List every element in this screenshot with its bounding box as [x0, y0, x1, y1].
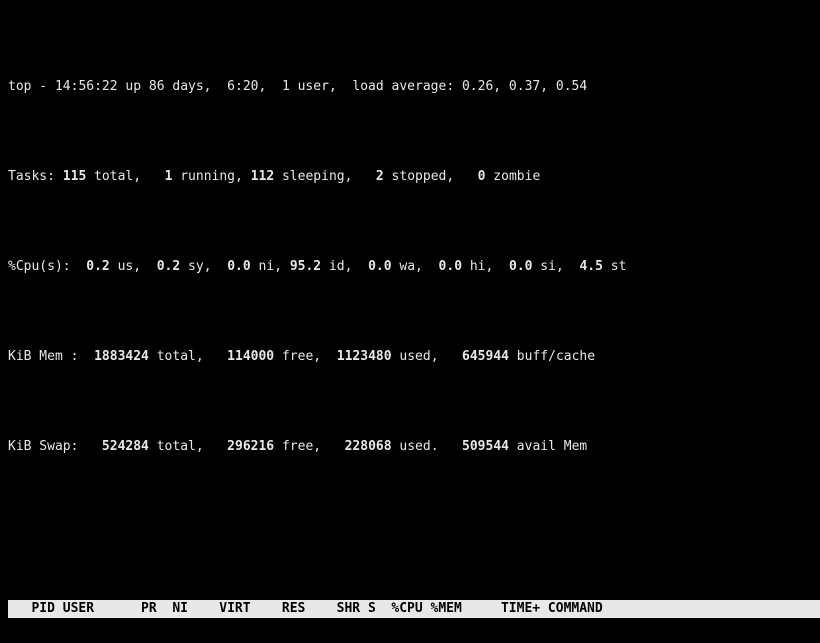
col-s: S: [360, 600, 383, 618]
summary-line-swap: KiB Swap: 524284 total, 296216 free, 228…: [8, 438, 812, 456]
summary-line-cpu: %Cpu(s): 0.2 us, 0.2 sy, 0.0 ni, 95.2 id…: [8, 258, 812, 276]
process-table-header: PIDUSERPRNIVIRTRESSHRS%CPU%MEMTIME+COMMA…: [8, 600, 812, 618]
col-shr: SHR: [305, 600, 360, 618]
col-mem: %MEM: [423, 600, 462, 618]
col-cmd: COMMAND: [540, 600, 603, 618]
summary-line-mem: KiB Mem : 1883424 total, 114000 free, 11…: [8, 348, 812, 366]
col-time: TIME+: [462, 600, 540, 618]
terminal[interactable]: top - 14:56:22 up 86 days, 6:20, 1 user,…: [0, 0, 820, 643]
col-res: RES: [251, 600, 306, 618]
col-virt: VIRT: [188, 600, 251, 618]
summary-line-uptime: top - 14:56:22 up 86 days, 6:20, 1 user,…: [8, 78, 812, 96]
summary-line-tasks: Tasks: 115 total, 1 running, 112 sleepin…: [8, 168, 812, 186]
col-cpu: %CPU: [384, 600, 423, 618]
col-ni: NI: [157, 600, 188, 618]
col-pid: PID: [8, 600, 55, 618]
col-pr: PR: [118, 600, 157, 618]
col-user: USER: [55, 600, 118, 618]
blank-line: [8, 510, 812, 528]
